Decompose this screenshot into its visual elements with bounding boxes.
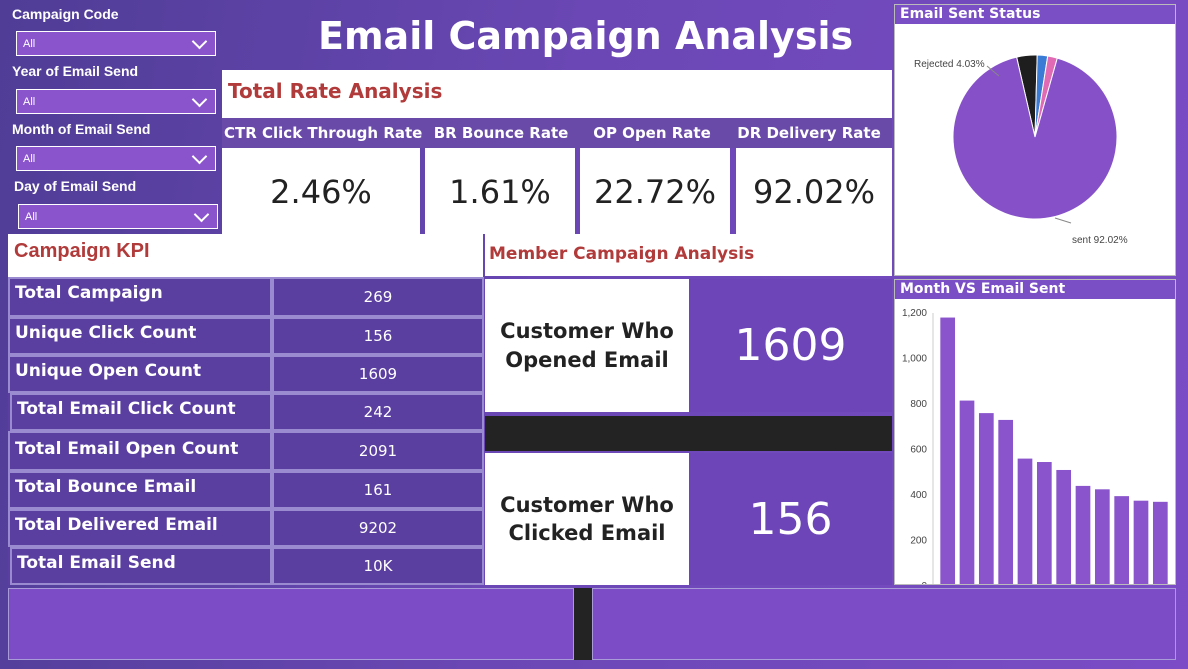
opened-email-value: 1609 [734, 320, 847, 371]
clicked-email-label: Customer Who Clicked Email [500, 492, 674, 545]
kpi-label-bounce: Total Bounce Email [8, 471, 272, 509]
bar-month-2[interactable] [959, 400, 975, 585]
kpi-value-total-campaign: 269 [272, 277, 484, 317]
kpi-label-total-campaign: Total Campaign [8, 277, 272, 317]
bar-month-1[interactable] [940, 317, 956, 585]
bar-month-10[interactable] [1114, 496, 1130, 585]
y-tick-label: 0 [921, 581, 927, 585]
filter-label-day: Day of Email Send [14, 178, 137, 194]
kpi-value-unique-click: 156 [272, 317, 484, 355]
bottom-panel-left [8, 588, 574, 660]
y-tick-label: 800 [910, 399, 927, 410]
sent-leader-line [1054, 217, 1072, 224]
rate-card-dr: 92.02% [736, 148, 892, 234]
month-email-bar-chart: 0 200 400 600 800 1,000 1,200 [902, 308, 1168, 585]
y-tick-label: 1,200 [902, 308, 927, 319]
page-title: Email Campaign Analysis [318, 14, 854, 58]
y-tick-label: 400 [910, 490, 927, 501]
year-value: All [23, 95, 36, 108]
month-email-title: Month VS Email Sent [895, 280, 1175, 299]
rate-label-ctr: CTR Click Through Rate [224, 124, 423, 142]
rate-value-br: 1.61% [449, 173, 551, 211]
campaign-code-value: All [23, 37, 36, 50]
rate-card-ctr: 2.46% [222, 148, 420, 234]
opened-email-value-card: 1609 [689, 279, 892, 412]
kpi-value-delivered: 9202 [272, 509, 484, 547]
rate-value-dr: 92.02% [752, 173, 875, 211]
sent-label: sent 92.02% [1072, 235, 1128, 246]
campaign-kpi-title: Campaign KPI [14, 240, 150, 262]
month-dropdown[interactable]: All [16, 146, 216, 171]
chevron-down-icon [193, 206, 210, 222]
bar-month-8[interactable] [1075, 485, 1091, 585]
email-status-title: Email Sent Status [895, 5, 1175, 24]
bar-month-4[interactable] [998, 419, 1014, 585]
kpi-value-email-open: 2091 [272, 431, 484, 471]
y-tick-label: 200 [910, 536, 927, 547]
kpi-label-email-open: Total Email Open Count [8, 431, 272, 471]
clicked-email-label-card: Customer Who Clicked Email [485, 453, 689, 585]
opened-email-label-card: Customer Who Opened Email [485, 279, 689, 412]
day-dropdown[interactable]: All [18, 204, 218, 229]
rate-card-op: 22.72% [580, 148, 730, 234]
year-dropdown[interactable]: All [16, 89, 216, 114]
kpi-label-email-click: Total Email Click Count [10, 393, 272, 431]
day-value: All [25, 210, 38, 223]
chevron-down-icon [191, 33, 208, 49]
rate-label-op: OP Open Rate [593, 124, 711, 142]
clicked-email-value: 156 [748, 493, 833, 545]
bar-month-9[interactable] [1094, 489, 1110, 585]
email-status-panel: Email Sent Status Rejected 4.03% sent 92… [894, 4, 1176, 276]
rate-analysis-title: Total Rate Analysis [228, 79, 443, 103]
bar-month-5[interactable] [1017, 458, 1033, 585]
kpi-label-email-send: Total Email Send [10, 547, 272, 585]
rate-value-op: 22.72% [593, 173, 716, 211]
filter-label-campaign-code: Campaign Code [12, 6, 119, 22]
member-analysis-title: Member Campaign Analysis [489, 244, 755, 264]
bar-month-7[interactable] [1056, 469, 1072, 585]
rejected-label: Rejected 4.03% [914, 59, 985, 70]
kpi-value-email-send: 10K [272, 547, 484, 585]
chevron-down-icon [191, 148, 208, 164]
campaign-code-dropdown[interactable]: All [16, 31, 216, 56]
rate-label-dr: DR Delivery Rate [737, 124, 881, 142]
divider-bar [485, 416, 892, 451]
filter-label-year: Year of Email Send [12, 63, 139, 79]
month-value: All [23, 152, 36, 165]
month-email-panel: Month VS Email Sent 0 200 400 600 800 1,000 1,… [894, 279, 1176, 585]
campaign-kpi-header: Campaign KPI [8, 234, 483, 277]
kpi-value-bounce: 161 [272, 471, 484, 509]
filter-label-month: Month of Email Send [12, 121, 151, 137]
y-tick-label: 600 [910, 445, 927, 456]
rate-value-ctr: 2.46% [270, 173, 372, 211]
bar-month-6[interactable] [1036, 462, 1052, 585]
clicked-email-value-card: 156 [689, 453, 892, 585]
rate-analysis-header: Total Rate Analysis [222, 70, 892, 118]
kpi-label-unique-click: Unique Click Count [8, 317, 272, 355]
bottom-panel-right [592, 588, 1176, 660]
member-analysis-header: Member Campaign Analysis [485, 234, 892, 276]
kpi-label-delivered: Total Delivered Email [8, 509, 272, 547]
opened-email-label: Customer Who Opened Email [500, 319, 674, 372]
rate-label-br: BR Bounce Rate [433, 124, 569, 142]
bottom-divider [574, 588, 592, 660]
bar-month-11[interactable] [1133, 500, 1149, 585]
kpi-value-unique-open: 1609 [272, 355, 484, 393]
chevron-down-icon [191, 91, 208, 107]
kpi-label-unique-open: Unique Open Count [8, 355, 272, 393]
rate-card-br: 1.61% [425, 148, 575, 234]
bar-month-12[interactable] [1152, 501, 1168, 585]
kpi-value-email-click: 242 [272, 393, 484, 431]
y-tick-label: 1,000 [902, 354, 927, 365]
bar-month-3[interactable] [978, 413, 994, 585]
